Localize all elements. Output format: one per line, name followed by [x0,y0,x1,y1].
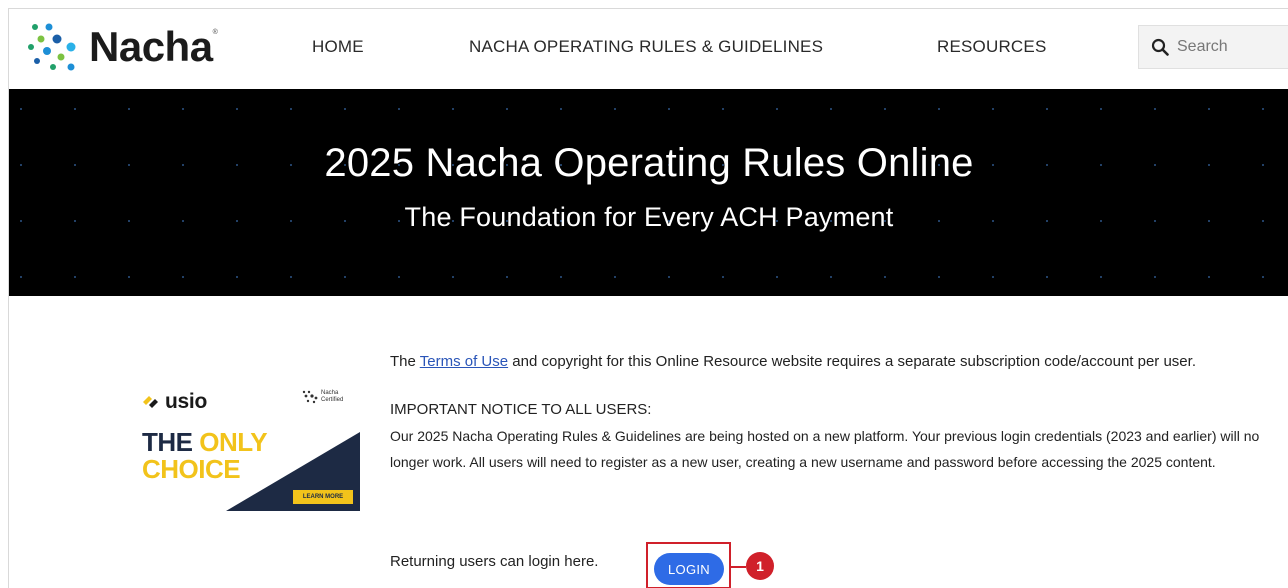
nav-resources[interactable]: RESOURCES [937,37,1047,57]
notice-title: IMPORTANT NOTICE TO ALL USERS: [390,401,652,418]
terms-of-use-link[interactable]: Terms of Use [420,353,508,370]
search-icon[interactable] [1151,38,1169,56]
usio-text: usio [165,390,207,413]
hero-banner: 2025 Nacha Operating Rules Online The Fo… [9,89,1288,296]
ad-headline-choice: CHOICE [142,454,241,484]
hero-dot-pattern [9,89,1288,296]
hero-title: 2025 Nacha Operating Rules Online [324,141,974,185]
usio-ad-banner[interactable]: usio Nacha Certified THE ONLY CHOICE LEA… [140,384,360,511]
nav-home[interactable]: HOME [312,37,364,57]
usio-logo: usio [142,390,207,414]
step-callout-badge: 1 [746,552,774,580]
ad-headline-line1: THE ONLY [142,427,268,457]
nav-operating-rules[interactable]: NACHA OPERATING RULES & GUIDELINES [469,37,823,57]
cert-line-1: Nacha [321,390,339,396]
page-frame: Nacha ® HOME NACHA OPERATING RULES & GUI… [8,8,1288,588]
cert-line-2: Certified [321,397,344,403]
ad-learn-more-button[interactable]: LEARN MORE [293,490,353,504]
ad-headline-only: ONLY [199,427,268,457]
search-box[interactable] [1138,25,1288,69]
site-header: Nacha ® HOME NACHA OPERATING RULES & GUI… [9,9,1288,89]
main-content: The Terms of Use and copyright for this … [390,349,1270,475]
terms-paragraph: The Terms of Use and copyright for this … [390,353,1196,370]
login-button[interactable]: LOGIN [654,553,724,585]
logo-text: Nacha [89,23,213,70]
nacha-certified-icon [302,390,318,404]
callout-connector [731,566,746,568]
hero-subtitle: The Foundation for Every ACH Payment [404,202,894,232]
usio-mark-icon [143,396,158,408]
nacha-certified-badge: Nacha Certified [302,390,343,404]
ad-headline-the: THE [142,427,193,457]
notice-body: Our 2025 Nacha Operating Rules & Guideli… [390,428,1260,470]
search-input[interactable] [1177,38,1287,56]
registered-mark: ® [212,29,218,36]
returning-users-text: Returning users can login here. [390,553,599,570]
nacha-dots-icon [28,23,76,71]
nacha-logo[interactable]: Nacha ® [27,19,218,75]
